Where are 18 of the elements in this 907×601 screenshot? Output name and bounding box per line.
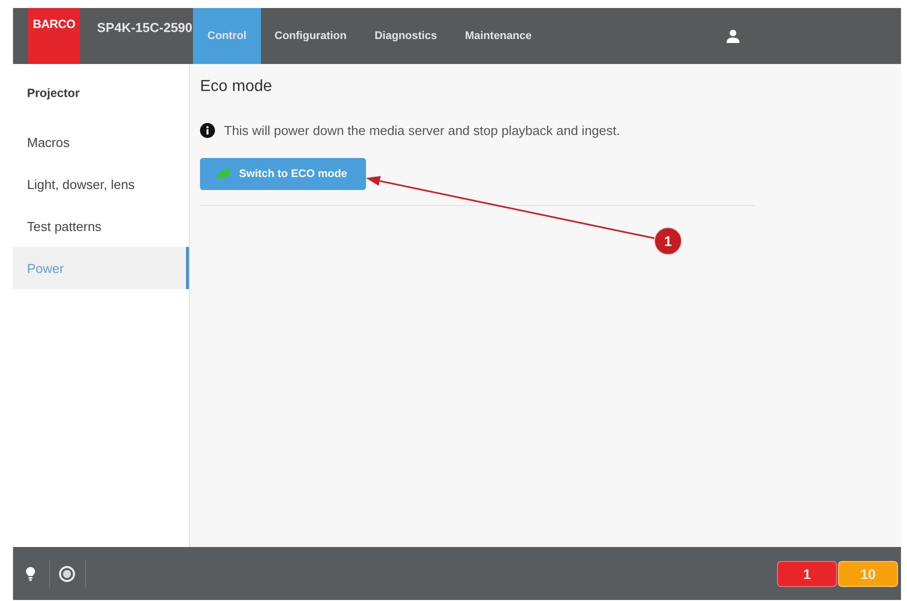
logo: BARCO bbox=[28, 8, 80, 64]
leaf-icon bbox=[216, 168, 231, 180]
nav-tab[interactable]: Configuration bbox=[260, 8, 361, 64]
user-icon[interactable] bbox=[726, 29, 740, 43]
nav-tab[interactable]: Diagnostics bbox=[360, 8, 451, 64]
ring-icon[interactable] bbox=[59, 566, 75, 582]
info-icon bbox=[200, 122, 215, 138]
alert-count[interactable]: 1 bbox=[777, 560, 837, 586]
section-title: Eco mode bbox=[200, 78, 274, 96]
sidebar-item[interactable]: Test patterns bbox=[13, 205, 189, 247]
nav-tab[interactable]: Maintenance bbox=[450, 8, 546, 64]
device-name: SP4K-15C-2590 bbox=[96, 19, 194, 37]
bulb-icon[interactable] bbox=[26, 566, 35, 580]
info-text: This will power down the media server and stop playback and ingest. bbox=[224, 122, 620, 138]
sidebar-item[interactable]: Light, dowser, lens bbox=[13, 163, 189, 205]
sidebar-heading: Projector bbox=[26, 84, 81, 102]
sidebar-item[interactable]: Macros bbox=[13, 121, 189, 163]
eco-mode-button[interactable]: Switch to ECO mode bbox=[200, 158, 366, 190]
